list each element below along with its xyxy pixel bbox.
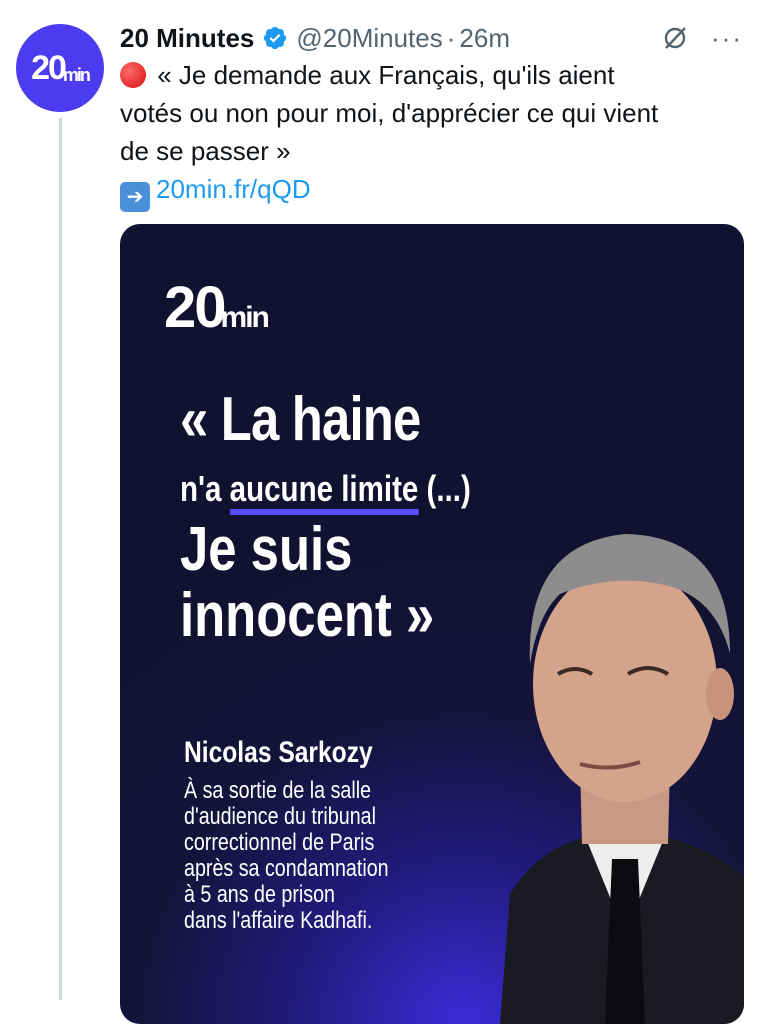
separator-dot: ·	[446, 22, 456, 53]
tweet-text: « Je demande aux Français, qu'ils aient …	[120, 56, 740, 212]
quote-line-3: Je suis	[180, 515, 353, 584]
quote-line-2: n'a aucune limite (...)	[180, 468, 471, 515]
portrait-photo	[500, 534, 744, 1024]
post-time[interactable]: 26m	[459, 23, 510, 54]
right-arrow-emoji: ➔	[120, 182, 150, 212]
tweet-line-2: votés ou non pour moi, d'apprécier ce qu…	[120, 98, 659, 128]
tweet-line-1: « Je demande aux Français, qu'ils aient	[120, 56, 740, 94]
quote-line-1: « La haine	[180, 385, 421, 454]
grok-icon[interactable]	[661, 24, 689, 52]
account-handle[interactable]: @20Minutes	[296, 23, 442, 54]
more-icon[interactable]: ···	[711, 25, 743, 51]
quote-highlight: aucune limite	[229, 468, 419, 515]
tweet-link[interactable]: 20min.fr/qQD	[156, 174, 311, 204]
account-name[interactable]: 20 Minutes	[120, 23, 254, 54]
photo-caption: À sa sortie de la salle d'audience du tr…	[184, 777, 389, 934]
red-circle-emoji	[120, 62, 146, 88]
media-logo: 20min	[164, 275, 270, 340]
avatar-logo: 20min	[31, 48, 91, 87]
quote-line-4: innocent »	[180, 581, 435, 650]
tweet-link-line: ➔ 20min.fr/qQD	[120, 170, 740, 212]
tweet-line-3: de se passer »	[120, 136, 291, 166]
avatar[interactable]: 20min	[16, 24, 104, 112]
person-name: Nicolas Sarkozy	[184, 736, 373, 769]
verified-badge-icon	[262, 25, 288, 51]
tweet-header: 20 Minutes @20Minutes · 26m ···	[120, 20, 743, 56]
thread-line	[59, 118, 62, 1000]
media-image[interactable]: 20min « La haine n'a aucune limite (...)…	[120, 224, 744, 1024]
